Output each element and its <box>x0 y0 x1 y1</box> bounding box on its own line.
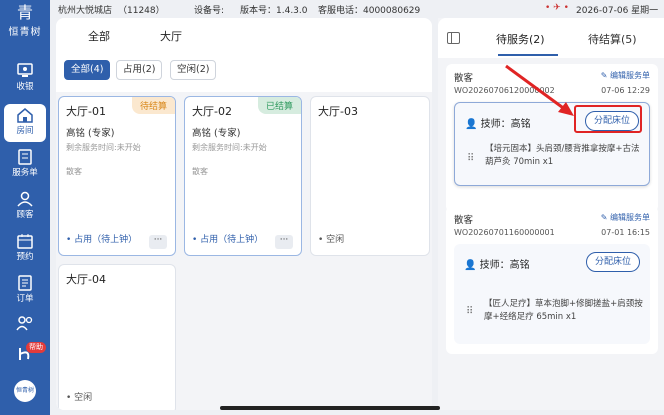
tab-hall[interactable]: 大厅 <box>160 28 182 44</box>
order-time: 07-06 12:29 <box>601 86 650 95</box>
annotation-arrow-icon <box>505 64 574 116</box>
sidebar-item-booking[interactable]: 预约 <box>4 230 46 268</box>
cashier-icon <box>17 63 33 77</box>
service-description: 【培元固本】头肩颈/腰背推拿按摩+古法葫芦灸 70min x1 <box>485 144 640 167</box>
more-button[interactable]: ··· <box>275 235 293 249</box>
order-service-item: 👤 技师：高铭 分配床位 ⠿ 【匠人足疗】草本泡脚+修脚搓盐+肩颈按摩+经络足疗… <box>454 244 650 344</box>
technician-row: 👤 技师：高铭 <box>464 256 530 271</box>
remaining-time: 剩余服务时间:未开始 <box>192 143 267 152</box>
filter-occupied[interactable]: 占用(2) <box>116 60 163 80</box>
edit-order-label: 编辑服务单 <box>610 213 650 222</box>
staff-icon <box>16 316 33 331</box>
edit-icon: ✎ <box>600 71 610 80</box>
edit-order-link[interactable]: ✎ 编辑服务单 <box>601 212 650 223</box>
collapse-panel-icon[interactable] <box>447 32 460 44</box>
sidebar-item-label: 订单 <box>16 294 34 304</box>
home-indicator <box>220 406 440 410</box>
room-technician: 高铭 (专家) <box>192 128 241 139</box>
room-card-hall-01[interactable]: 大厅-01 待结算 高铭 (专家) 剩余服务时间:未开始 散客 • 占用（待上钟… <box>58 96 176 256</box>
sidebar-item-label: 房间 <box>16 126 34 136</box>
service-hotline: 客服电话：4000080629 <box>318 6 421 16</box>
order-time: 07-01 16:15 <box>601 228 650 237</box>
technician-label: 技师： <box>479 260 510 271</box>
guest-type: 散客 <box>66 167 82 176</box>
sidebar-item-service-order[interactable]: 服务单 <box>4 146 46 184</box>
edit-order-link[interactable]: ✎ 编辑服务单 <box>601 70 650 81</box>
room-status: • 占用（待上钟） <box>66 235 138 245</box>
sidebar-item-label: 预约 <box>16 252 34 262</box>
sidebar-item-label: 收银 <box>16 82 34 92</box>
edit-order-label: 编辑服务单 <box>610 71 650 80</box>
order-icon <box>18 275 32 291</box>
filter-all[interactable]: 全部(4) <box>64 60 111 80</box>
room-icon <box>17 108 33 123</box>
status-bar: 杭州大悦城店 （11248） 设备号: 版本号：1.4.3.0 客服电话：400… <box>0 0 664 18</box>
tab-all-areas[interactable]: 全部 <box>88 28 110 44</box>
room-card-hall-03[interactable]: 大厅-03 • 空闲 <box>310 96 430 256</box>
active-tab-indicator <box>498 54 558 56</box>
sidebar-item-label: 服务单 <box>12 168 38 178</box>
device-number: 设备号: <box>194 6 225 16</box>
store-code: （11248） <box>118 6 165 16</box>
room-name: 大厅-04 <box>66 273 106 286</box>
filter-idle[interactable]: 空闲(2) <box>170 60 217 80</box>
service-description: 【匠人足疗】草本泡脚+修脚搓盐+肩颈按摩+经络足疗 65min x1 <box>484 299 643 322</box>
more-button[interactable]: ··· <box>149 235 167 249</box>
service-order-card: 散客 ✎ 编辑服务单 WO20260701160000001 07-01 16:… <box>446 206 658 354</box>
sidebar-item-help[interactable]: 帮助 <box>4 342 46 372</box>
status-badge: 已结算 <box>257 97 301 114</box>
room-status: • 空闲 <box>66 393 93 403</box>
tab-pending-service[interactable]: 待服务(2) <box>496 31 545 47</box>
technician-icon: 👤 <box>465 119 481 130</box>
brand-logo: 青 恒青树 <box>0 3 50 39</box>
room-status: • 空闲 <box>318 235 345 245</box>
help-badge: 帮助 <box>26 342 46 353</box>
sidebar-item-customer[interactable]: 顾客 <box>4 188 46 226</box>
brand-name: 恒青树 <box>8 27 42 38</box>
app-version: 版本号：1.4.3.0 <box>240 6 308 16</box>
sidebar-item-label: 顾客 <box>16 210 34 220</box>
queue-header: 待服务(2) 待结算(5) <box>438 18 664 58</box>
sidebar-item-order[interactable]: 订单 <box>4 272 46 310</box>
room-name: 大厅-01 <box>66 105 106 118</box>
sidebar-item-cashier[interactable]: 收银 <box>4 60 46 98</box>
store-name: 杭州大悦城店 <box>58 6 113 16</box>
room-card-hall-04[interactable]: 大厅-04 • 空闲 <box>58 264 176 410</box>
customer-icon <box>17 191 33 207</box>
drag-handle-icon[interactable]: ⠿ <box>467 153 474 164</box>
technician-name: 高铭 <box>509 260 530 271</box>
highlight-box <box>574 105 642 133</box>
status-icons: • ✈ • <box>545 3 569 13</box>
drag-handle-icon[interactable]: ⠿ <box>466 306 473 317</box>
calendar-icon <box>17 234 33 249</box>
room-grid: 大厅-01 待结算 高铭 (专家) 剩余服务时间:未开始 散客 • 占用（待上钟… <box>56 92 432 410</box>
sidebar-item-staff[interactable] <box>4 312 46 338</box>
brand-mark: 青 <box>16 3 33 22</box>
guest-type: 散客 <box>192 167 208 176</box>
area-tabs: 全部 大厅 <box>56 26 432 50</box>
room-panel: 全部 大厅 全部(4) 占用(2) 空闲(2) 大厅-01 待结算 高铭 (专家… <box>56 18 432 410</box>
tab-pending-settlement[interactable]: 待结算(5) <box>588 31 637 47</box>
room-card-hall-02[interactable]: 大厅-02 已结算 高铭 (专家) 剩余服务时间:未开始 散客 • 占用（待上钟… <box>184 96 302 256</box>
date-time: 2026-07-06 星期一 <box>576 6 659 16</box>
technician-icon: 👤 <box>464 260 480 271</box>
room-technician: 高铭 (专家) <box>66 128 115 139</box>
room-status: • 占用（待上钟） <box>192 235 264 245</box>
assign-bed-button[interactable]: 分配床位 <box>585 252 640 272</box>
sidebar: 青 恒青树 收银 房间 服务单 顾客 预约 订单 帮助 恒青树 <box>0 0 50 415</box>
remaining-time: 剩余服务时间:未开始 <box>66 143 141 152</box>
avatar[interactable]: 恒青树 <box>14 380 36 402</box>
order-number: WO20260701160000001 <box>454 228 555 237</box>
room-name: 大厅-03 <box>318 105 358 118</box>
status-badge: 待结算 <box>131 97 175 114</box>
order-guest: 散客 <box>454 215 474 226</box>
order-guest: 散客 <box>454 73 474 84</box>
room-name: 大厅-02 <box>192 105 232 118</box>
service-order-icon <box>18 149 32 165</box>
edit-icon: ✎ <box>600 213 610 222</box>
sidebar-item-room[interactable]: 房间 <box>4 104 46 142</box>
